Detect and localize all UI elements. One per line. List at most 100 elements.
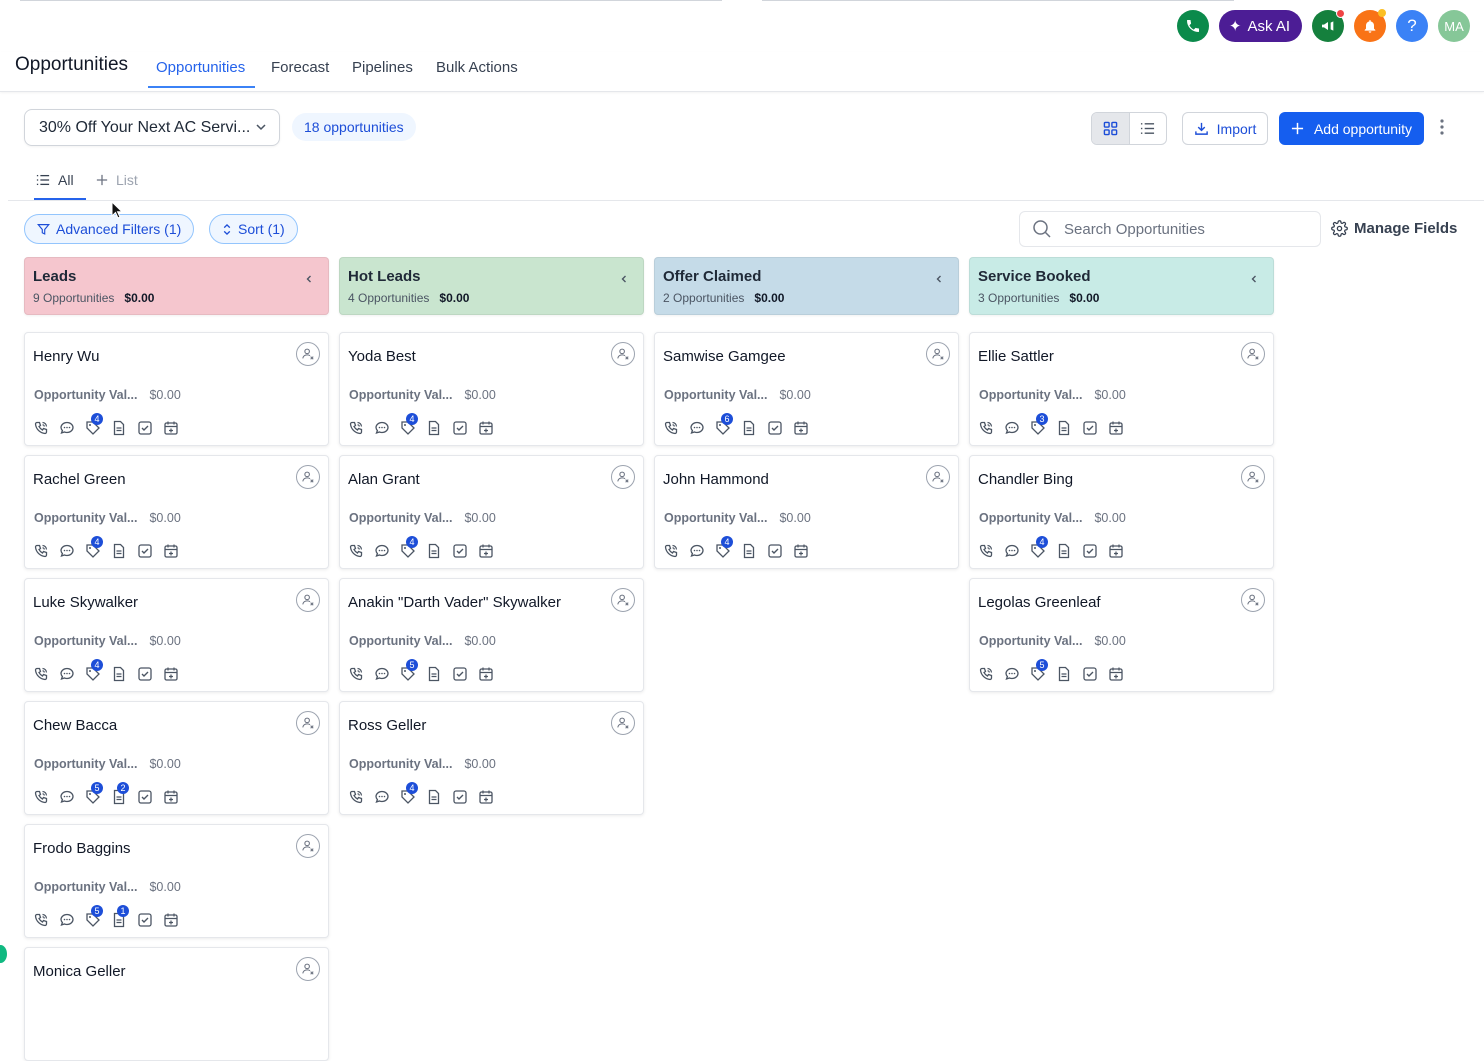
opportunity-card[interactable]: Anakin "Darth Vader" Skywalker Opportunit… [339, 578, 644, 692]
grid-view-button[interactable] [1092, 113, 1130, 144]
task-icon[interactable] [452, 420, 468, 436]
unassigned-user-icon[interactable] [611, 465, 635, 489]
tag-icon[interactable]: 5 [85, 905, 103, 928]
message-icon[interactable] [59, 789, 75, 805]
ask-ai-button[interactable]: ✦ Ask AI [1218, 10, 1302, 42]
message-icon[interactable] [59, 420, 75, 436]
opportunity-name[interactable]: Rachel Green [33, 471, 126, 488]
message-icon[interactable] [1004, 420, 1020, 436]
manage-fields-button[interactable]: Manage Fields [1331, 220, 1457, 237]
opportunity-card[interactable]: Henry Wu Opportunity Val... $0.00 4 [24, 332, 329, 446]
import-button[interactable]: Import [1182, 112, 1268, 145]
pipeline-select[interactable]: 30% Off Your Next AC Servi... [24, 109, 280, 146]
message-icon[interactable] [59, 912, 75, 928]
appointment-icon[interactable] [163, 789, 179, 805]
opportunity-name[interactable]: Monica Geller [33, 963, 126, 980]
unassigned-user-icon[interactable] [611, 342, 635, 366]
tab-opportunities[interactable]: Opportunities [156, 59, 245, 76]
opportunity-name[interactable]: Chew Bacca [33, 717, 117, 734]
chevron-left-icon[interactable] [304, 271, 314, 289]
chevron-left-icon[interactable] [934, 271, 944, 289]
opportunity-card[interactable]: Yoda Best Opportunity Val... $0.00 4 [339, 332, 644, 446]
appointment-icon[interactable] [163, 912, 179, 928]
phone-icon[interactable] [1176, 10, 1209, 42]
task-icon[interactable] [767, 543, 783, 559]
unassigned-user-icon[interactable] [296, 342, 320, 366]
opportunity-name[interactable]: John Hammond [663, 471, 769, 488]
opportunity-card[interactable]: Frodo Baggins Opportunity Val... $0.00 5 1 [24, 824, 329, 938]
tag-icon[interactable]: 4 [400, 413, 418, 436]
note-icon[interactable] [1056, 420, 1072, 436]
tag-icon[interactable]: 4 [85, 413, 103, 436]
unassigned-user-icon[interactable] [296, 588, 320, 612]
note-icon[interactable]: 1 [111, 905, 129, 928]
tab-pipelines[interactable]: Pipelines [352, 59, 413, 76]
appointment-icon[interactable] [793, 420, 809, 436]
tag-icon[interactable]: 4 [85, 659, 103, 682]
task-icon[interactable] [137, 912, 153, 928]
advanced-filters-button[interactable]: Advanced Filters (1) [24, 214, 195, 244]
tag-icon[interactable]: 5 [400, 659, 418, 682]
tag-icon[interactable]: 4 [400, 782, 418, 805]
add-list-button[interactable]: List [96, 172, 138, 188]
chevron-left-icon[interactable] [619, 271, 629, 289]
list-tab-all[interactable]: All [36, 172, 74, 188]
opportunity-card[interactable]: Ross Geller Opportunity Val... $0.00 4 [339, 701, 644, 815]
tag-icon[interactable]: 3 [1030, 413, 1048, 436]
tag-icon[interactable]: 6 [715, 413, 733, 436]
call-icon[interactable] [33, 912, 49, 928]
sort-button[interactable]: Sort (1) [209, 214, 298, 244]
message-icon[interactable] [689, 543, 705, 559]
message-icon[interactable] [59, 543, 75, 559]
unassigned-user-icon[interactable] [296, 465, 320, 489]
note-icon[interactable] [426, 420, 442, 436]
appointment-icon[interactable] [793, 543, 809, 559]
tag-icon[interactable]: 4 [400, 536, 418, 559]
call-icon[interactable] [663, 420, 679, 436]
megaphone-icon[interactable] [1312, 9, 1345, 42]
task-icon[interactable] [767, 420, 783, 436]
task-icon[interactable] [1082, 666, 1098, 682]
call-icon[interactable] [978, 543, 994, 559]
call-icon[interactable] [33, 666, 49, 682]
opportunity-card[interactable]: Alan Grant Opportunity Val... $0.00 4 [339, 455, 644, 569]
appointment-icon[interactable] [163, 420, 179, 436]
unassigned-user-icon[interactable] [1241, 342, 1265, 366]
unassigned-user-icon[interactable] [926, 342, 950, 366]
task-icon[interactable] [137, 543, 153, 559]
unassigned-user-icon[interactable] [296, 711, 320, 735]
appointment-icon[interactable] [163, 666, 179, 682]
message-icon[interactable] [689, 420, 705, 436]
task-icon[interactable] [137, 666, 153, 682]
unassigned-user-icon[interactable] [296, 957, 320, 981]
message-icon[interactable] [1004, 666, 1020, 682]
opportunity-card[interactable]: Monica Geller [24, 947, 329, 1061]
opportunity-card[interactable]: Rachel Green Opportunity Val... $0.00 4 [24, 455, 329, 569]
note-icon[interactable] [111, 666, 127, 682]
call-icon[interactable] [348, 420, 364, 436]
opportunity-name[interactable]: Samwise Gamgee [663, 348, 786, 365]
message-icon[interactable] [374, 789, 390, 805]
task-icon[interactable] [452, 789, 468, 805]
unassigned-user-icon[interactable] [926, 465, 950, 489]
tag-icon[interactable]: 5 [85, 782, 103, 805]
task-icon[interactable] [452, 543, 468, 559]
call-icon[interactable] [978, 420, 994, 436]
appointment-icon[interactable] [478, 666, 494, 682]
more-options-icon[interactable] [1436, 118, 1448, 136]
tab-bulk-actions[interactable]: Bulk Actions [436, 59, 518, 76]
opportunity-name[interactable]: Henry Wu [33, 348, 99, 365]
bell-icon[interactable] [1354, 9, 1386, 42]
call-icon[interactable] [33, 543, 49, 559]
note-icon[interactable]: 2 [111, 782, 129, 805]
list-view-button[interactable] [1130, 113, 1167, 144]
call-icon[interactable] [33, 789, 49, 805]
avatar[interactable]: MA [1438, 10, 1470, 42]
call-icon[interactable] [348, 543, 364, 559]
message-icon[interactable] [374, 666, 390, 682]
opportunity-name[interactable]: Luke Skywalker [33, 594, 138, 611]
task-icon[interactable] [137, 420, 153, 436]
search-input[interactable]: Search Opportunities [1019, 211, 1321, 247]
unassigned-user-icon[interactable] [1241, 588, 1265, 612]
note-icon[interactable] [426, 543, 442, 559]
